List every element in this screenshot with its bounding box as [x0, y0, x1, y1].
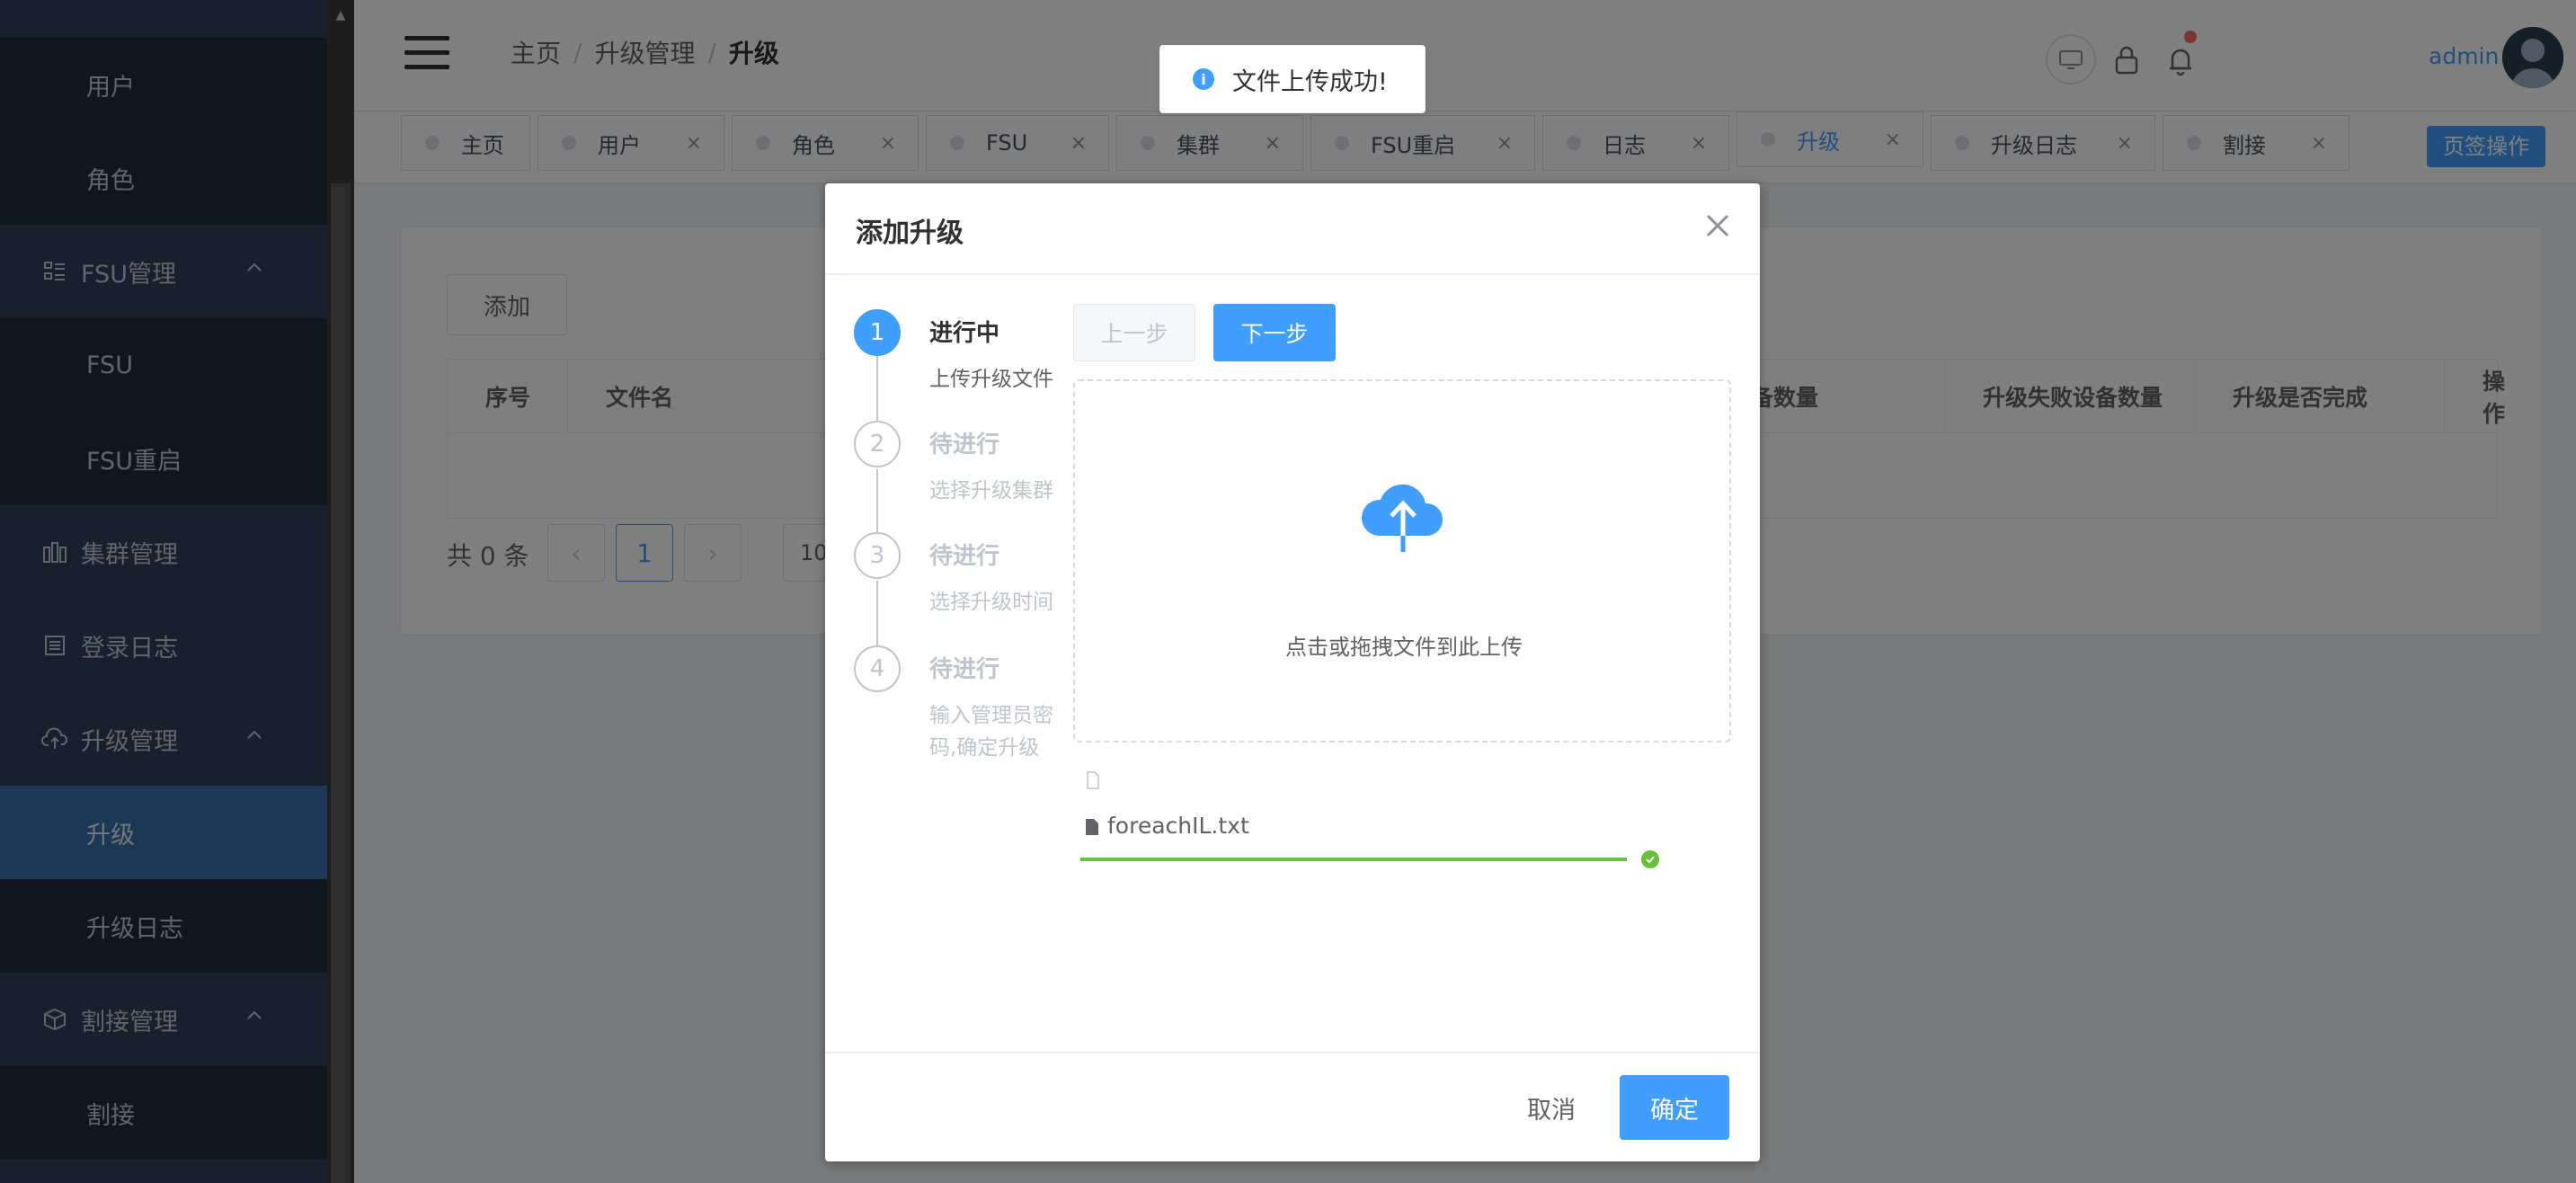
toast-text: 文件上传成功!: [1232, 67, 1388, 96]
dialog-footer-divider: [825, 1052, 1760, 1054]
step-connector: [876, 581, 878, 645]
toast-message: i 文件上传成功!: [1159, 45, 1426, 113]
file-placeholder-icon: [1086, 771, 1100, 789]
step-title: 进行中: [929, 320, 1000, 347]
step-number: 3: [854, 532, 901, 579]
step-description: 选择升级时间: [929, 591, 1053, 614]
dialog-header-divider: [825, 273, 1760, 275]
add-upgrade-dialog: 添加升级 1 进行中 上传升级文件 2 待进行 选择升级集群 3 待进行 选择升…: [825, 183, 1760, 1161]
document-icon: [1084, 816, 1100, 836]
close-icon[interactable]: [1702, 210, 1733, 241]
upload-dropzone[interactable]: 点击或拖拽文件到此上传: [1073, 379, 1731, 743]
info-icon: i: [1193, 68, 1214, 90]
cancel-button[interactable]: 取消: [1501, 1075, 1602, 1140]
step-number: 1: [854, 309, 901, 356]
success-check-icon: [1641, 850, 1659, 868]
step-description: 输入管理员密码,确定升级: [929, 704, 1053, 760]
step-connector: [876, 469, 878, 532]
upload-hint: 点击或拖拽文件到此上传: [1285, 635, 1523, 660]
cloud-upload-icon: [1359, 476, 1447, 552]
next-step-button[interactable]: 下一步: [1213, 304, 1336, 361]
step-description: 上传升级文件: [929, 368, 1053, 391]
step-number: 2: [854, 421, 901, 467]
step-number: 4: [854, 645, 901, 692]
prev-step-button[interactable]: 上一步: [1073, 304, 1195, 361]
file-name: foreachIL.txt: [1107, 813, 1249, 839]
step-description: 选择升级集群: [929, 479, 1053, 503]
step-title: 待进行: [929, 656, 1000, 683]
step-connector: [876, 356, 878, 421]
upload-progress-fill: [1080, 858, 1627, 861]
dialog-title: 添加升级: [856, 218, 964, 249]
step-title: 待进行: [929, 431, 1000, 458]
confirm-button[interactable]: 确定: [1620, 1075, 1729, 1140]
upload-progress-bar: [1080, 858, 1627, 861]
step-title: 待进行: [929, 543, 1000, 570]
uploaded-file[interactable]: foreachIL.txt: [1084, 813, 1249, 839]
